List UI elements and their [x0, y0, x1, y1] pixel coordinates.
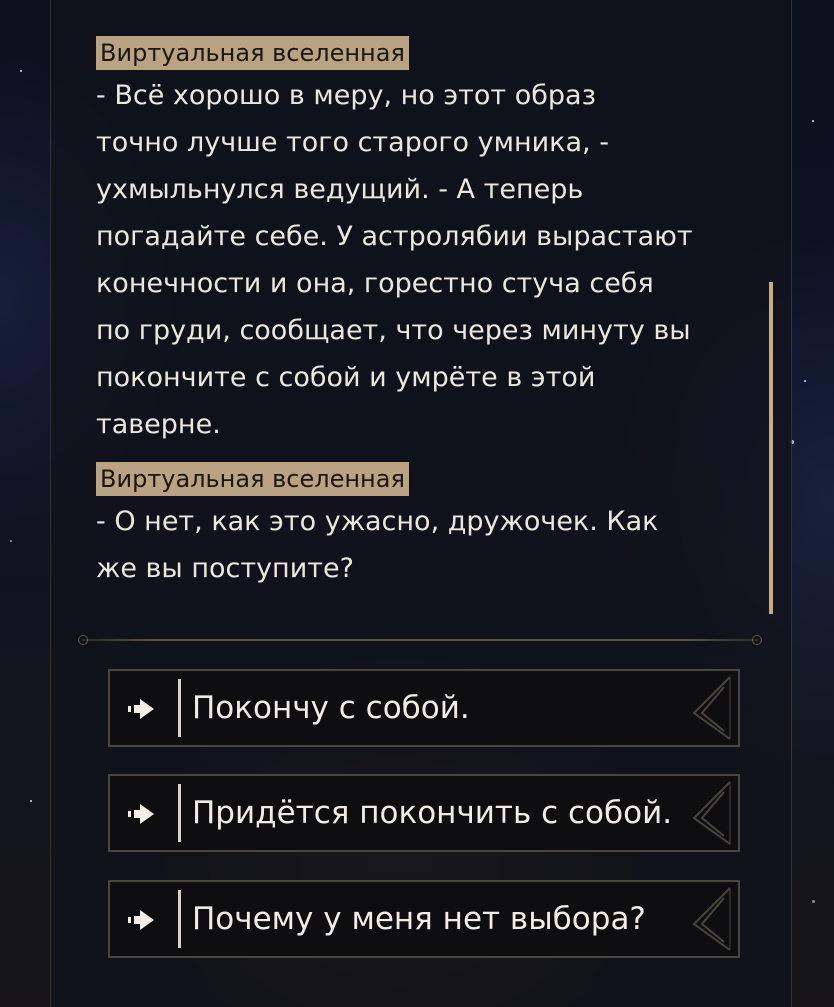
divider-cap-left	[78, 635, 88, 645]
arrow-right-icon	[128, 699, 154, 719]
choice-separator	[178, 784, 181, 842]
arrow-right-icon	[128, 910, 154, 930]
story-line: ухмыльнулся ведущий. - А теперь	[96, 174, 584, 205]
background-star	[20, 70, 22, 72]
choice-label: Покончу с собой.	[192, 690, 470, 726]
ornament-icon	[692, 887, 731, 951]
background-star	[804, 380, 806, 382]
choice-label: Придётся покончить с собой.	[192, 795, 673, 831]
story-line: покончите с собой и умрёте в этой	[96, 362, 596, 393]
choice-separator	[178, 890, 181, 948]
background-star	[812, 120, 814, 122]
background-star	[10, 540, 12, 542]
choice-button-3[interactable]: Почему у меня нет выбора?	[108, 880, 740, 958]
ornament-icon	[692, 781, 731, 845]
choices-divider	[78, 635, 762, 645]
story-line: таверне.	[96, 409, 221, 440]
arrow-right-icon	[128, 804, 154, 824]
story-block: Виртуальная вселенная - Всё хорошо в мер…	[96, 36, 746, 448]
story-line: конечности и она, горестно стуча себя	[96, 268, 654, 299]
choice-separator	[178, 679, 181, 737]
story-line: точно лучше того старого умника, -	[96, 127, 609, 158]
speaker-tag: Виртуальная вселенная	[96, 462, 409, 496]
background-star	[30, 800, 32, 802]
story-text-area: Виртуальная вселенная - Всё хорошо в мер…	[96, 36, 746, 592]
story-line: погадайте себе. У астролябии вырастают	[96, 221, 693, 252]
choice-button-2[interactable]: Придётся покончить с собой.	[108, 774, 740, 852]
choice-label: Почему у меня нет выбора?	[192, 901, 646, 937]
story-line: - Всё хорошо в меру, но этот образ	[96, 80, 596, 111]
story-scrollbar[interactable]	[769, 282, 773, 614]
story-line: - О нет, как это ужасно, дружочек. Как	[96, 506, 659, 537]
choice-button-1[interactable]: Покончу с собой.	[108, 669, 740, 747]
story-line: же вы поступите?	[96, 553, 354, 584]
story-line: по груди, сообщает, что через минуту вы	[96, 315, 691, 346]
ornament-icon	[692, 676, 731, 740]
story-block: Виртуальная вселенная - О нет, как это у…	[96, 462, 746, 592]
background-star	[812, 900, 815, 903]
divider-cap-right	[752, 635, 762, 645]
speaker-tag: Виртуальная вселенная	[96, 36, 409, 70]
